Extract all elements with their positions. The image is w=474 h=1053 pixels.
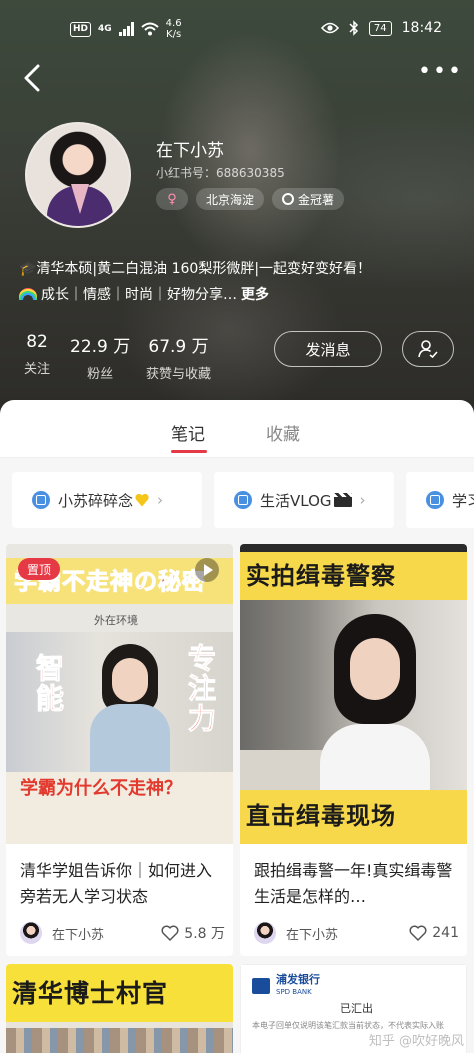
- user-check-icon: [418, 340, 438, 359]
- follow-button[interactable]: [402, 331, 454, 367]
- collection-icon: [234, 491, 252, 509]
- honor-tag[interactable]: 金冠薯: [272, 188, 345, 210]
- note-meta: 在下小苏 241: [254, 919, 459, 947]
- bio-line-1: 🎓清华本硕|黄二白混油 160梨形微胖|一起变好变好看！: [19, 261, 372, 277]
- clapperboard-icon: [333, 493, 352, 507]
- like-count: 5.8 万: [184, 926, 225, 942]
- stat-likes-collects[interactable]: 67.9 万 获赞与收藏: [146, 332, 211, 382]
- like-button[interactable]: 241: [409, 925, 459, 941]
- collection-item-3[interactable]: 学习: [406, 472, 474, 528]
- bio-line-2: 成长｜情感｜时尚｜好物分享… 更多: [19, 284, 269, 304]
- active-tab-indicator: [171, 450, 207, 453]
- chevron-right-icon: ›: [359, 491, 366, 509]
- collection-icon: [426, 491, 444, 509]
- avatar[interactable]: [25, 122, 131, 228]
- hd-indicator: HD: [70, 21, 92, 37]
- tab-notes[interactable]: 笔记: [171, 420, 205, 445]
- network-label: 4G: [98, 24, 112, 34]
- watermark: 知乎 @吹好晚风: [368, 1034, 464, 1049]
- note-meta: 在下小苏 5.8 万: [20, 919, 225, 947]
- collection-item-1[interactable]: 小苏碎碎念 ›: [12, 472, 202, 528]
- bio-more-link[interactable]: 更多: [241, 284, 269, 304]
- more-options-icon[interactable]: •••: [418, 61, 461, 88]
- medal-icon: [282, 193, 295, 205]
- rainbow-icon: [19, 288, 37, 300]
- note-thumbnail: 学霸不走神の秘密 外在环境 智能 专注力 学霸为什么不走神？: [6, 544, 233, 844]
- note-card-3[interactable]: 清华博士村官: [6, 964, 233, 1053]
- profile-name: 在下小苏: [156, 141, 224, 161]
- note-thumbnail: 实拍缉毒警察 直击缉毒现场: [240, 544, 467, 844]
- battery-indicator: 74: [368, 20, 392, 36]
- author-avatar: [20, 922, 42, 944]
- profile-tags: ♀ 北京海淀 金冠薯: [156, 188, 345, 210]
- heart-icon: [409, 925, 427, 941]
- collection-strip[interactable]: 小苏碎碎念 › 生活VLOG › 学习: [0, 458, 474, 540]
- eye-icon: [320, 22, 339, 34]
- collection-item-2[interactable]: 生活VLOG ›: [214, 472, 394, 528]
- note-card-2[interactable]: 实拍缉毒警察 直击缉毒现场 跟拍缉毒警一年!真实缉毒警生活是怎样的… 在下小苏 …: [240, 544, 467, 956]
- wifi-icon: [141, 22, 159, 36]
- back-arrow-icon[interactable]: [20, 62, 46, 94]
- like-button[interactable]: 5.8 万: [161, 923, 225, 943]
- stat-following[interactable]: 82 关注: [24, 332, 50, 377]
- location-tag: 北京海淀: [196, 188, 265, 210]
- tab-bar: 笔记 收藏: [0, 400, 474, 458]
- stat-fans[interactable]: 22.9 万 粉丝: [70, 332, 130, 382]
- notes-feed: 学霸不走神の秘密 外在环境 智能 专注力 学霸为什么不走神？ 置顶 清华学姐告诉…: [0, 540, 474, 1053]
- pinned-badge: 置顶: [18, 558, 61, 580]
- bluetooth-icon: [349, 20, 358, 36]
- note-card-1[interactable]: 学霸不走神の秘密 外在环境 智能 专注力 学霸为什么不走神？ 置顶 清华学姐告诉…: [6, 544, 233, 956]
- like-count: 241: [432, 925, 459, 941]
- clock: 18:42: [401, 20, 442, 36]
- author-name: 在下小苏: [52, 927, 105, 943]
- heart-icon: [161, 925, 179, 941]
- chevron-right-icon: ›: [157, 491, 164, 509]
- bank-logo-icon: [252, 978, 270, 994]
- gender-icon: ♀: [156, 188, 188, 210]
- network-speed: 4.6 K/s: [165, 18, 182, 40]
- video-play-icon: [195, 558, 219, 582]
- profile-header: HD 4G 4.6 K/s 74 18:42 ••• 在下小苏 小红书号：688…: [0, 0, 474, 420]
- send-message-button[interactable]: 发消息: [274, 331, 382, 367]
- author-avatar: [254, 922, 276, 944]
- red-id: 小红书号：688630385: [156, 166, 285, 180]
- signal-icon: [118, 22, 134, 36]
- content-panel: 笔记 收藏 小苏碎碎念 › 生活VLOG › 学习 学霸不走神の秘密: [0, 400, 474, 1053]
- collection-icon: [32, 491, 50, 509]
- status-bar: HD 4G 4.6 K/s 74 18:42: [0, 0, 474, 60]
- author-name: 在下小苏: [286, 927, 339, 943]
- yellow-heart-icon: [135, 494, 149, 507]
- note-title: 跟拍缉毒警一年!真实缉毒警生活是怎样的…: [254, 861, 453, 906]
- tab-collections[interactable]: 收藏: [266, 420, 300, 445]
- note-title: 清华学姐告诉你｜如何进入旁若无人学习状态: [20, 861, 213, 906]
